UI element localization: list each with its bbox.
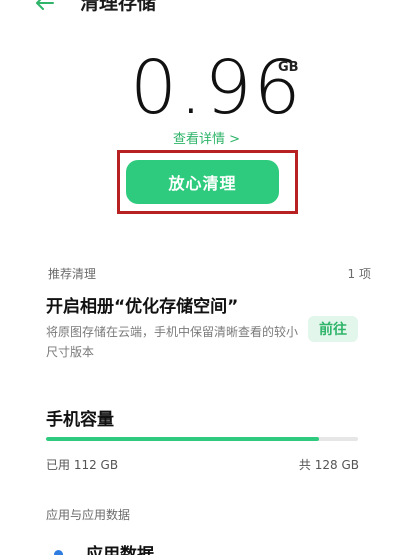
storage-summary: 0.96 GB: [0, 46, 413, 130]
clean-storage-page: 清理存储 0.96 GB 查看详情 > 放心清理 推荐清理 1 项 开启相册“优…: [0, 0, 413, 555]
back-button[interactable]: [34, 0, 70, 16]
storage-value: 0.96: [130, 45, 303, 131]
used-capacity: 已用 112 GB: [46, 458, 119, 472]
capacity-title: 手机容量: [46, 410, 114, 430]
recommended-item[interactable]: 开启相册“优化存储空间” 将原图存储在云端，手机中保留清晰查看的较小尺寸版本 前…: [46, 292, 376, 362]
header: 清理存储: [0, 0, 413, 20]
recommended-count: 1 项: [347, 267, 371, 281]
total-capacity: 共 128 GB: [298, 458, 359, 472]
app-data-item[interactable]: 应用数据: [46, 538, 366, 555]
arrow-left-icon: [36, 0, 54, 10]
recommended-item-description: 将原图存储在云端，手机中保留清晰查看的较小尺寸版本: [46, 325, 299, 359]
storage-unit: GB: [278, 60, 299, 75]
view-details-link[interactable]: 查看详情 >: [0, 128, 413, 147]
app-data-title: 应用数据: [86, 545, 154, 555]
app-data-dot-icon: [54, 550, 63, 555]
recommended-item-title: 开启相册“优化存储空间”: [46, 297, 239, 317]
capacity-progress-bar: [46, 437, 358, 441]
apps-label: 应用与应用数据: [46, 508, 131, 522]
recommended-label: 推荐清理: [48, 267, 97, 281]
page-title: 清理存储: [80, 0, 157, 14]
go-button[interactable]: 前往: [308, 316, 358, 342]
capacity-progress-fill: [46, 437, 319, 441]
clean-button[interactable]: 放心清理: [126, 160, 279, 204]
